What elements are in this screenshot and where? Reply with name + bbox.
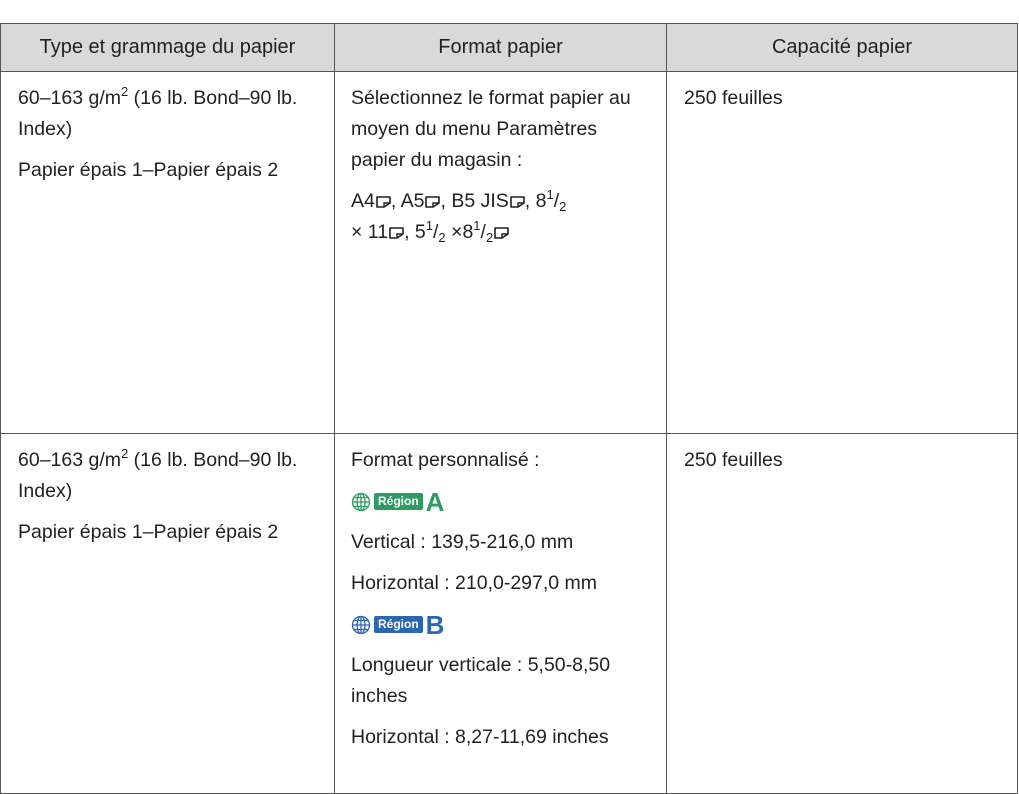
region-label: Région: [374, 493, 423, 510]
globe-icon: [351, 492, 371, 511]
paper-weight-cell: 60–163 g/m2 (16 lb. Bond–90 lb. Index) P…: [0, 71, 335, 434]
horizontal-range-inches: Horizontal : 8,27-11,69 inches: [351, 726, 609, 748]
paper-capacity-cell: 250 feuilles: [666, 71, 1018, 434]
region-letter: A: [425, 486, 445, 517]
paper-weight: 60–163 g/m2 (16 lb. Bond–90 lb. Index): [18, 84, 298, 140]
table-row: 60–163 g/m2 (16 lb. Bond–90 lb. Index) P…: [0, 433, 1018, 794]
region-a-badge: Région A: [351, 486, 656, 517]
paper-type: Papier épais 1–Papier épais 2: [18, 159, 279, 181]
region-label: Région: [374, 616, 423, 633]
globe-icon: [351, 615, 371, 634]
paper-orientation-icon: [509, 196, 525, 208]
paper-spec-table: Type et grammage du papier Format papier…: [0, 23, 1018, 794]
region-letter: B: [425, 609, 445, 640]
header-paper-format: Format papier: [334, 23, 667, 72]
table-header-row: Type et grammage du papier Format papier…: [0, 23, 1018, 72]
paper-format-cell: Format personnalisé : Région A Vertical …: [334, 433, 667, 794]
paper-type: Papier épais 1–Papier épais 2: [18, 521, 279, 543]
format-instruction: Sélectionnez le format papier au moyen d…: [351, 87, 631, 171]
paper-orientation-icon: [376, 196, 391, 208]
standard-sizes: A4, A5, B5 JIS, 81/2 × 11, 51/2 ×81/2: [351, 187, 567, 245]
paper-orientation-icon: [494, 227, 509, 239]
header-paper-type-weight: Type et grammage du papier: [0, 23, 335, 72]
paper-weight-cell: 60–163 g/m2 (16 lb. Bond–90 lb. Index) P…: [0, 433, 335, 794]
paper-orientation-icon: [425, 196, 441, 208]
region-b-badge: Région B: [351, 609, 656, 640]
paper-capacity-cell: 250 feuilles: [666, 433, 1018, 794]
vertical-range-inches: Longueur verticale : 5,50-8,50 inches: [351, 654, 611, 707]
header-paper-capacity: Capacité papier: [666, 23, 1018, 72]
paper-format-cell: Sélectionnez le format papier au moyen d…: [334, 71, 667, 434]
paper-orientation-icon: [389, 227, 404, 239]
custom-size-label: Format personnalisé :: [351, 449, 540, 471]
paper-weight: 60–163 g/m2 (16 lb. Bond–90 lb. Index): [18, 446, 298, 502]
table-row: 60–163 g/m2 (16 lb. Bond–90 lb. Index) P…: [0, 71, 1018, 434]
horizontal-range-mm: Horizontal : 210,0-297,0 mm: [351, 572, 598, 594]
vertical-range-mm: Vertical : 139,5-216,0 mm: [351, 531, 574, 553]
